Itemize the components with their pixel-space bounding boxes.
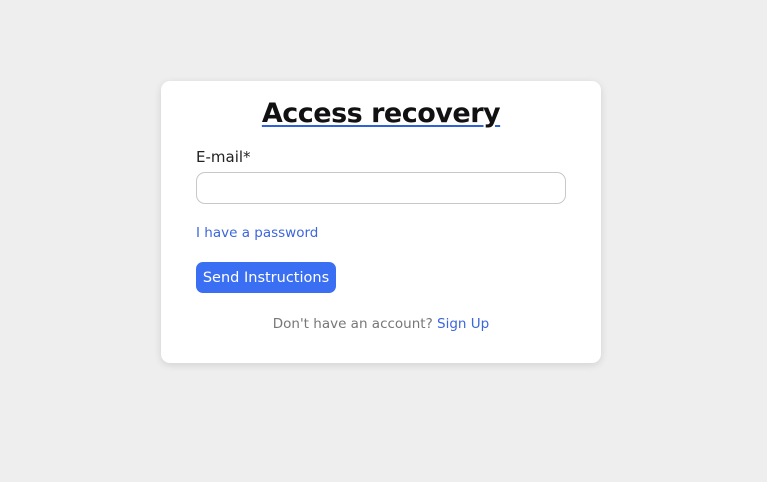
have-password-link[interactable]: I have a password <box>196 225 318 241</box>
email-label: E-mail* <box>196 148 251 166</box>
page-title: Access recovery <box>161 97 601 131</box>
email-field[interactable] <box>196 172 566 204</box>
recovery-card: Access recovery E-mail* I have a passwor… <box>161 81 601 363</box>
page-title-text: Access recovery <box>261 98 501 129</box>
signup-prompt: Don't have an account? <box>272 316 433 332</box>
sign-up-link[interactable]: Sign Up <box>437 316 489 332</box>
signup-row: Don't have an account? Sign Up <box>161 316 601 332</box>
send-instructions-button[interactable]: Send Instructions <box>196 262 336 293</box>
